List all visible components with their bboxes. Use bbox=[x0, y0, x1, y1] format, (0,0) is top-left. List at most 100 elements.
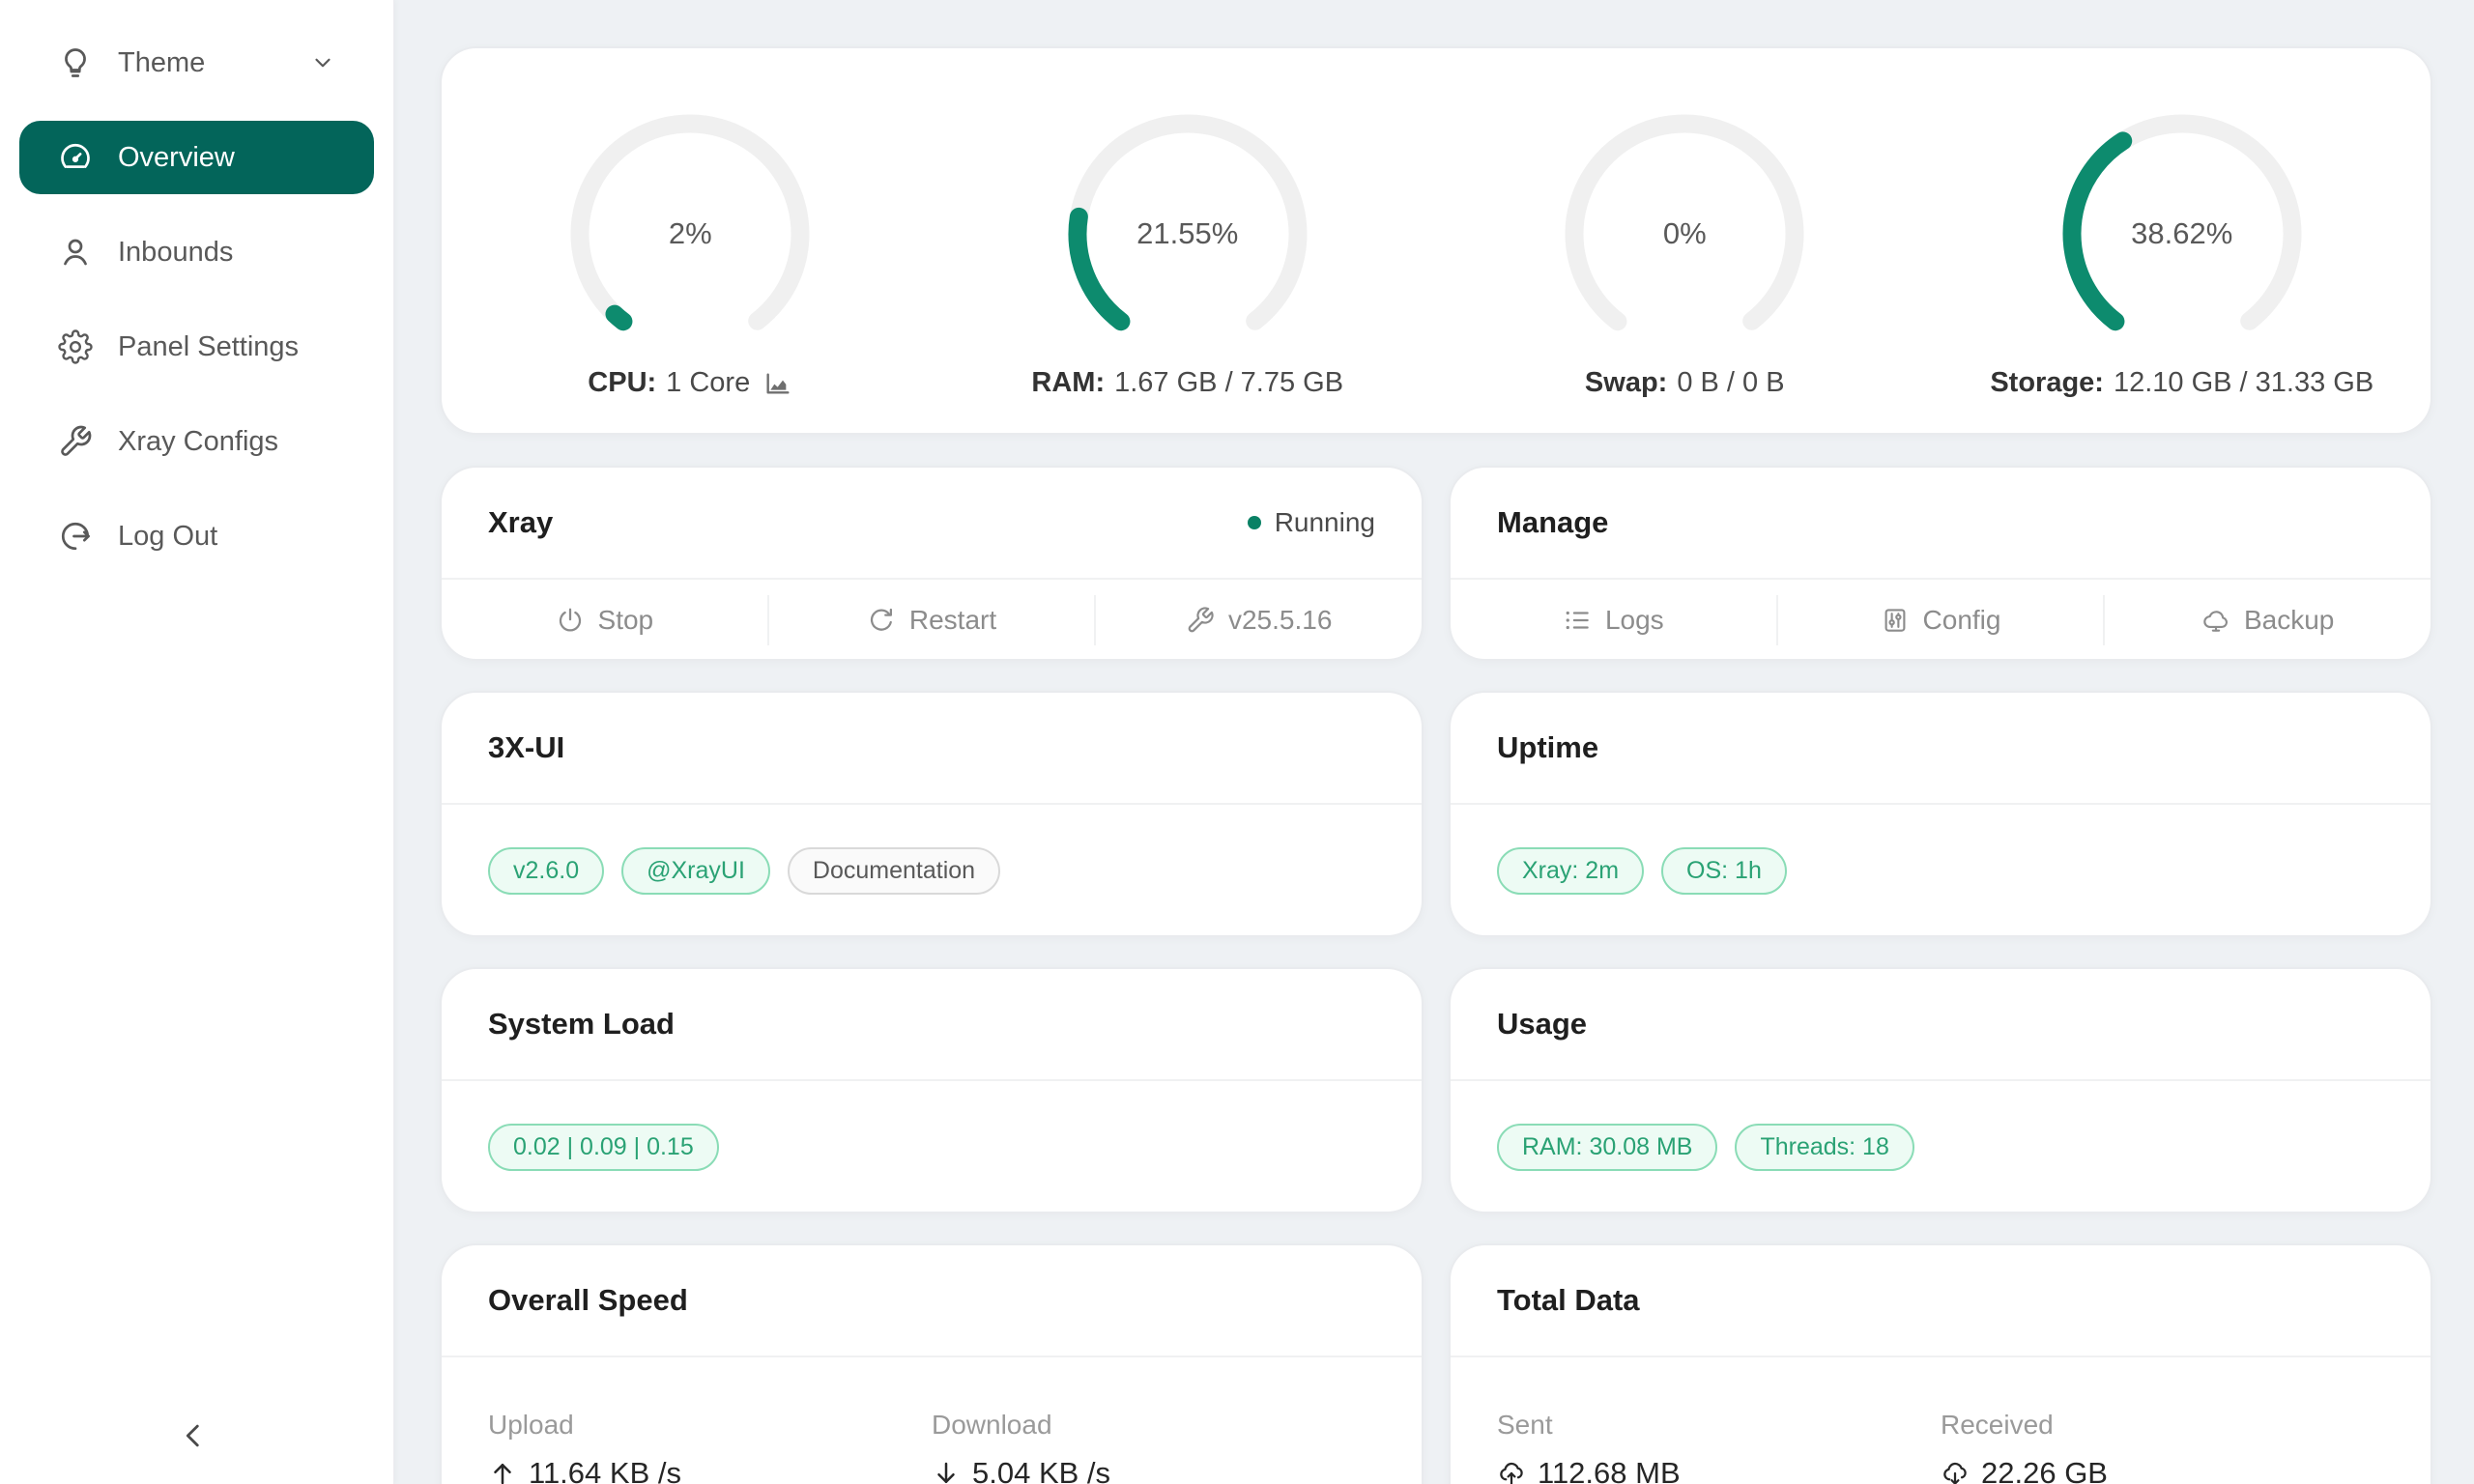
overall-speed-card-header: Overall Speed bbox=[442, 1245, 1422, 1356]
sidebar-item-overview[interactable]: Overview bbox=[19, 121, 374, 194]
cloud-download-icon bbox=[1941, 1459, 1970, 1484]
gear-icon bbox=[58, 329, 93, 364]
dashboard-icon bbox=[58, 140, 93, 175]
ram-gauge: 21.55% RAM: 1.67 GB / 7.75 GB bbox=[939, 108, 1437, 433]
uptime-card: Uptime Xray: 2m OS: 1h bbox=[1449, 691, 2432, 937]
swap-gauge: 0% Swap: 0 B / 0 B bbox=[1436, 108, 1934, 433]
sidebar-item-panel-settings[interactable]: Panel Settings bbox=[19, 310, 374, 384]
xui-card-title: 3X-UI bbox=[488, 730, 564, 765]
download-stat: Download 5.04 KB /s bbox=[932, 1410, 1375, 1484]
cpu-gauge-ring: 2% bbox=[564, 108, 816, 359]
overall-speed-card: Overall Speed Upload 11.64 KB /s Downloa… bbox=[440, 1243, 1424, 1484]
area-chart-icon[interactable] bbox=[762, 368, 792, 399]
logs-button[interactable]: Logs bbox=[1451, 580, 1776, 661]
sidebar-item-label: Log Out bbox=[118, 521, 217, 553]
download-value: 5.04 KB /s bbox=[932, 1456, 1375, 1484]
power-icon bbox=[556, 606, 585, 635]
storage-gauge-ring: 38.62% bbox=[2057, 108, 2308, 359]
xui-card: 3X-UI v2.6.0 @XrayUI Documentation bbox=[440, 691, 1424, 937]
config-button[interactable]: Config bbox=[1778, 580, 2104, 661]
wrench-icon bbox=[1186, 606, 1215, 635]
cards-grid: Xray Running Stop Restart bbox=[440, 466, 2432, 1484]
logs-label: Logs bbox=[1605, 605, 1664, 636]
xray-card-title: Xray bbox=[488, 505, 553, 540]
cpu-label-value: 1 Core bbox=[666, 367, 750, 399]
storage-label: Storage: 12.10 GB / 31.33 GB bbox=[1990, 367, 2373, 399]
cloud-upload-icon bbox=[1497, 1459, 1526, 1484]
sent-value: 112.68 MB bbox=[1497, 1456, 1941, 1484]
version-badge[interactable]: v2.6.0 bbox=[488, 847, 604, 895]
backup-button[interactable]: Backup bbox=[2105, 580, 2431, 661]
restart-button[interactable]: Restart bbox=[769, 580, 1095, 661]
sidebar-nav: Theme Overview Inbounds Panel Settings X… bbox=[0, 0, 393, 573]
xui-badges: v2.6.0 @XrayUI Documentation bbox=[442, 805, 1422, 937]
ram-gauge-ring: 21.55% bbox=[1062, 108, 1313, 359]
uptime-card-header: Uptime bbox=[1451, 693, 2431, 803]
sidebar-item-log-out[interactable]: Log Out bbox=[19, 499, 374, 573]
xray-card-header: Xray Running bbox=[442, 468, 1422, 578]
xray-version-label: v25.5.16 bbox=[1228, 605, 1332, 636]
swap-label-value: 0 B / 0 B bbox=[1677, 367, 1784, 399]
ram-label-prefix: RAM: bbox=[1031, 367, 1105, 399]
swap-percent: 0% bbox=[1559, 108, 1810, 359]
total-data-card-title: Total Data bbox=[1497, 1283, 1640, 1318]
arrow-up-icon bbox=[488, 1459, 517, 1484]
uptime-badges: Xray: 2m OS: 1h bbox=[1451, 805, 2431, 937]
config-label: Config bbox=[1923, 605, 2001, 636]
stop-button[interactable]: Stop bbox=[442, 580, 767, 661]
ram-usage-badge: RAM: 30.08 MB bbox=[1497, 1124, 1717, 1171]
xrayui-badge[interactable]: @XrayUI bbox=[621, 847, 770, 895]
cloud-server-icon bbox=[2201, 606, 2230, 635]
system-load-card: System Load 0.02 | 0.09 | 0.15 bbox=[440, 967, 1424, 1213]
received-label: Received bbox=[1941, 1410, 2384, 1441]
load-average-badge: 0.02 | 0.09 | 0.15 bbox=[488, 1124, 719, 1171]
speed-stats: Upload 11.64 KB /s Download 5.04 KB /s bbox=[442, 1357, 1422, 1484]
sidebar-collapse-button[interactable] bbox=[157, 1411, 230, 1461]
cpu-label: CPU: 1 Core bbox=[588, 367, 792, 399]
cpu-percent: 2% bbox=[564, 108, 816, 359]
logout-icon bbox=[58, 519, 93, 554]
chevron-down-icon bbox=[310, 50, 335, 75]
stop-label: Stop bbox=[598, 605, 654, 636]
upload-stat: Upload 11.64 KB /s bbox=[488, 1410, 932, 1484]
sidebar-item-label: Theme bbox=[118, 47, 205, 79]
usage-card: Usage RAM: 30.08 MB Threads: 18 bbox=[1449, 967, 2432, 1213]
list-icon bbox=[1563, 606, 1592, 635]
manage-card-actions: Logs Config Backup bbox=[1451, 580, 2431, 661]
upload-value-text: 11.64 KB /s bbox=[529, 1456, 681, 1484]
manage-card-title: Manage bbox=[1497, 505, 1608, 540]
sidebar-item-theme[interactable]: Theme bbox=[19, 26, 374, 100]
sidebar-item-inbounds[interactable]: Inbounds bbox=[19, 215, 374, 289]
usage-card-header: Usage bbox=[1451, 969, 2431, 1079]
xray-version-button[interactable]: v25.5.16 bbox=[1096, 580, 1422, 661]
documentation-badge[interactable]: Documentation bbox=[788, 847, 1000, 895]
download-label: Download bbox=[932, 1410, 1375, 1441]
upload-value: 11.64 KB /s bbox=[488, 1456, 932, 1484]
xui-card-header: 3X-UI bbox=[442, 693, 1422, 803]
storage-label-value: 12.10 GB / 31.33 GB bbox=[2114, 367, 2373, 399]
sidebar-item-label: Xray Configs bbox=[118, 426, 278, 458]
status-dot bbox=[1248, 516, 1261, 529]
download-value-text: 5.04 KB /s bbox=[972, 1456, 1110, 1484]
cpu-gauge: 2% CPU: 1 Core bbox=[442, 108, 939, 433]
xray-uptime-badge: Xray: 2m bbox=[1497, 847, 1644, 895]
backup-label: Backup bbox=[2244, 605, 2334, 636]
restart-label: Restart bbox=[909, 605, 996, 636]
storage-label-prefix: Storage: bbox=[1990, 367, 2104, 399]
received-stat: Received 22.26 GB bbox=[1941, 1410, 2384, 1484]
sidebar-item-xray-configs[interactable]: Xray Configs bbox=[19, 405, 374, 478]
sidebar-item-label: Panel Settings bbox=[118, 331, 299, 363]
upload-label: Upload bbox=[488, 1410, 932, 1441]
reload-icon bbox=[867, 606, 896, 635]
app-root: Theme Overview Inbounds Panel Settings X… bbox=[0, 0, 2474, 1484]
sidebar-item-label: Inbounds bbox=[118, 237, 233, 269]
sidebar: Theme Overview Inbounds Panel Settings X… bbox=[0, 0, 394, 1484]
ram-label: RAM: 1.67 GB / 7.75 GB bbox=[1031, 367, 1343, 399]
xray-card: Xray Running Stop Restart bbox=[440, 466, 1424, 661]
system-load-badges: 0.02 | 0.09 | 0.15 bbox=[442, 1081, 1422, 1213]
sliders-icon bbox=[1881, 606, 1910, 635]
received-value-text: 22.26 GB bbox=[1981, 1456, 2108, 1484]
swap-label-prefix: Swap: bbox=[1585, 367, 1667, 399]
received-value: 22.26 GB bbox=[1941, 1456, 2384, 1484]
system-load-card-header: System Load bbox=[442, 969, 1422, 1079]
